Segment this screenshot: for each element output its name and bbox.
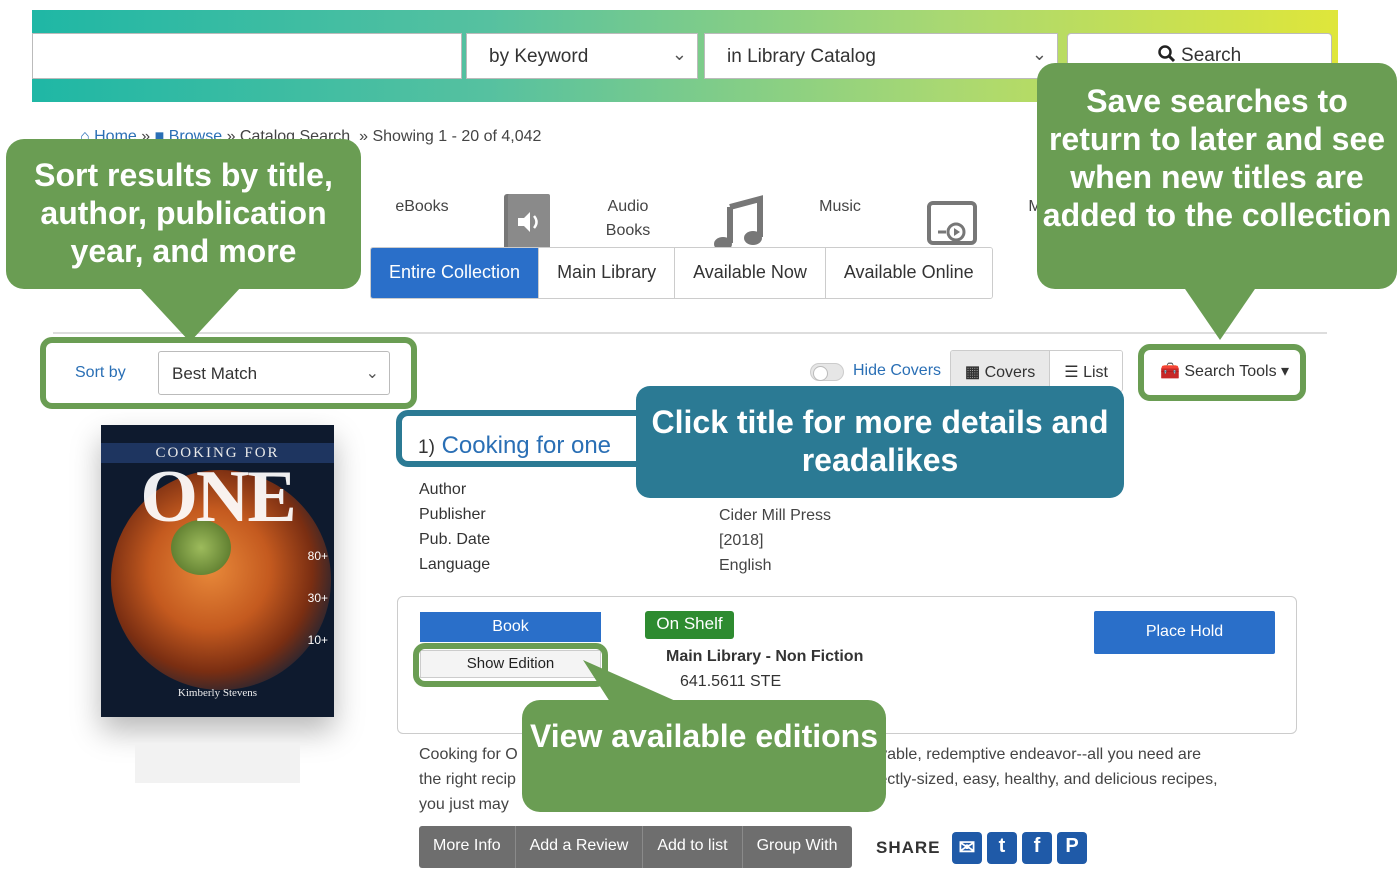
- list-label: List: [1083, 364, 1108, 381]
- add-to-list-button[interactable]: Add to list: [643, 826, 743, 868]
- cover-numbers: 80+ 30+ 10+: [308, 535, 328, 661]
- summary-text: fectly-sized, easy, healthy, and delicio…: [873, 771, 1218, 788]
- save-search-callout-text: Save searches to return to later and see…: [1042, 83, 1392, 233]
- search-scope-select[interactable]: in Library Catalog ⌄: [704, 33, 1058, 79]
- share-label: SHARE: [876, 838, 941, 857]
- toggle-knob: [813, 366, 828, 381]
- format-music[interactable]: Music: [810, 195, 870, 219]
- meta-label: Author: [419, 481, 467, 498]
- search-type-select[interactable]: by Keyword ⌄: [466, 33, 698, 79]
- book-cover[interactable]: COOKING FOR ONE 80+ 30+ 10+ Kimberly Ste…: [101, 425, 334, 717]
- twitter-icon[interactable]: t: [987, 832, 1017, 864]
- email-icon[interactable]: ✉: [952, 832, 982, 864]
- meta-label: Publisher: [419, 506, 486, 523]
- grid-icon: ▦: [965, 364, 981, 381]
- search-scope-value: in Library Catalog: [727, 46, 876, 67]
- cover-number: 30+: [307, 591, 328, 605]
- save-callout-pointer: [1183, 286, 1257, 340]
- format-label: Audio Books: [605, 198, 651, 239]
- language-value: English: [719, 557, 772, 574]
- status-badge: On Shelf: [645, 611, 734, 639]
- tab-entire-collection[interactable]: Entire Collection: [371, 248, 540, 298]
- cover-number: 80+: [307, 549, 328, 563]
- covers-label: Covers: [984, 364, 1036, 381]
- results-count: » Showing 1 - 20 of 4,042: [359, 128, 542, 145]
- tab-available-online[interactable]: Available Online: [825, 248, 992, 298]
- video-icon[interactable]: [926, 200, 978, 250]
- publisher-value: Cider Mill Press: [719, 507, 832, 524]
- sort-callout-text: Sort results by title, author, publicati…: [34, 157, 333, 269]
- sort-highlight: [40, 337, 417, 409]
- covers-view-button[interactable]: ▦ Covers: [951, 351, 1051, 391]
- search-icon: [1158, 45, 1175, 63]
- result-actions: More Info Add a Review Add to list Group…: [419, 826, 852, 868]
- location-tabs: Entire Collection Main Library Available…: [370, 247, 993, 299]
- search-type-value: by Keyword: [489, 46, 589, 67]
- format-label: Music: [819, 198, 861, 215]
- format-label: eBooks: [395, 198, 449, 215]
- edition-callout: View available editions: [522, 700, 886, 812]
- summary-text: you just may: [419, 796, 509, 813]
- meta-label: Pub. Date: [419, 531, 491, 548]
- add-review-button[interactable]: Add a Review: [516, 826, 644, 868]
- summary-text: the right recip: [419, 771, 516, 788]
- search-input[interactable]: [32, 33, 462, 79]
- meta-label: Language: [419, 556, 491, 573]
- search-tools-highlight: [1138, 344, 1306, 401]
- summary-text: Cooking for O: [419, 746, 518, 763]
- cover-number: 10+: [307, 633, 328, 647]
- pinterest-icon[interactable]: P: [1057, 832, 1087, 864]
- pub-date-value: [2018]: [719, 532, 764, 549]
- hide-covers-toggle[interactable]: [810, 363, 844, 381]
- sort-callout-pointer: [138, 286, 242, 342]
- group-with-button[interactable]: Group With: [743, 826, 852, 868]
- audiobook-icon[interactable]: [500, 190, 554, 254]
- music-note-icon[interactable]: [712, 195, 766, 253]
- chevron-down-icon: ⌄: [671, 44, 687, 64]
- title-highlight: [396, 410, 646, 467]
- hide-covers-label[interactable]: Hide Covers: [853, 362, 941, 380]
- format-ebooks[interactable]: eBooks: [392, 195, 452, 219]
- facebook-icon[interactable]: f: [1022, 832, 1052, 864]
- format-audiobooks[interactable]: Audio Books: [598, 195, 658, 243]
- sort-callout: Sort results by title, author, publicati…: [6, 139, 361, 289]
- place-hold-button[interactable]: Place Hold: [1094, 611, 1275, 654]
- show-edition-highlight: [413, 643, 608, 687]
- cover-placeholder: [135, 745, 300, 783]
- edition-callout-text: View available editions: [530, 718, 878, 754]
- tab-available-now[interactable]: Available Now: [675, 248, 826, 298]
- tab-main-library[interactable]: Main Library: [539, 248, 676, 298]
- cover-big-text: ONE: [140, 456, 296, 538]
- title-callout-text: Click title for more details and readali…: [651, 404, 1109, 478]
- save-search-callout: Save searches to return to later and see…: [1037, 63, 1397, 289]
- more-info-button[interactable]: More Info: [419, 826, 516, 868]
- format-book-button[interactable]: Book: [420, 612, 601, 642]
- list-icon: ☰: [1064, 364, 1079, 381]
- list-view-button[interactable]: ☰ List: [1050, 351, 1122, 391]
- summary-text: njoyable, redemptive endeavor--all you n…: [857, 746, 1202, 763]
- cover-author: Kimberly Stevens: [177, 687, 258, 699]
- chevron-down-icon: ⌄: [1031, 44, 1047, 64]
- title-callout: Click title for more details and readali…: [636, 386, 1124, 498]
